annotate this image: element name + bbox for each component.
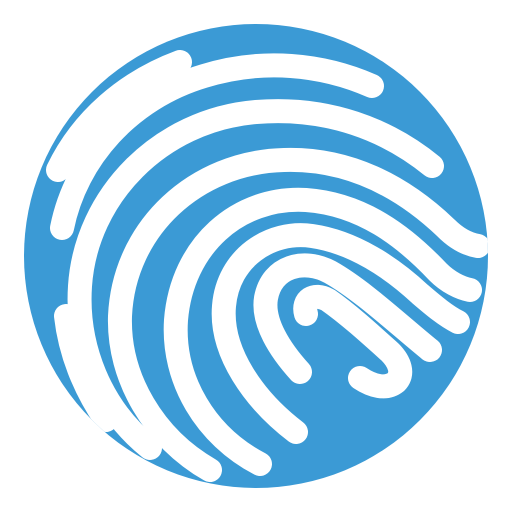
icon-canvas [0,0,512,512]
fingerprint-icon [24,24,488,488]
